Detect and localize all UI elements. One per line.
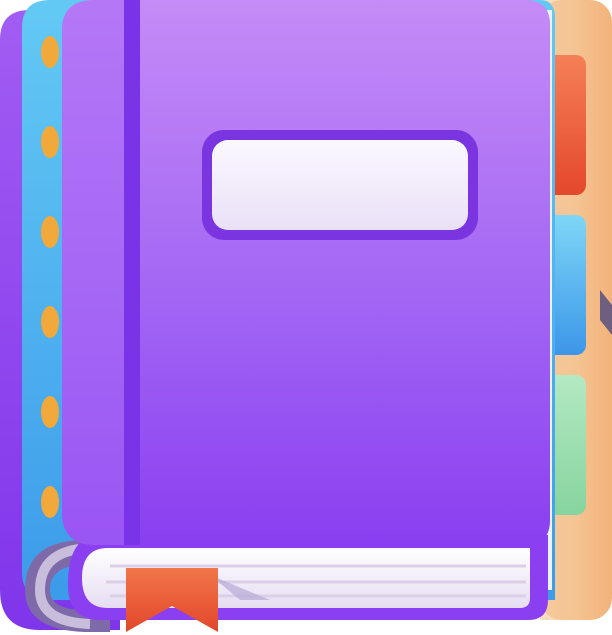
cover-label [202, 130, 478, 240]
ring-icon [41, 216, 59, 248]
notebook-icon [0, 0, 612, 635]
ring-icon [41, 126, 59, 158]
cover-spine [124, 0, 140, 545]
ring-icon [41, 486, 59, 518]
ring-icon [41, 306, 59, 338]
front-cover [62, 0, 550, 545]
ring-icon [41, 396, 59, 428]
bookmark-icon [126, 568, 218, 632]
notebook-illustration [0, 0, 612, 632]
ring-icon [41, 36, 59, 68]
